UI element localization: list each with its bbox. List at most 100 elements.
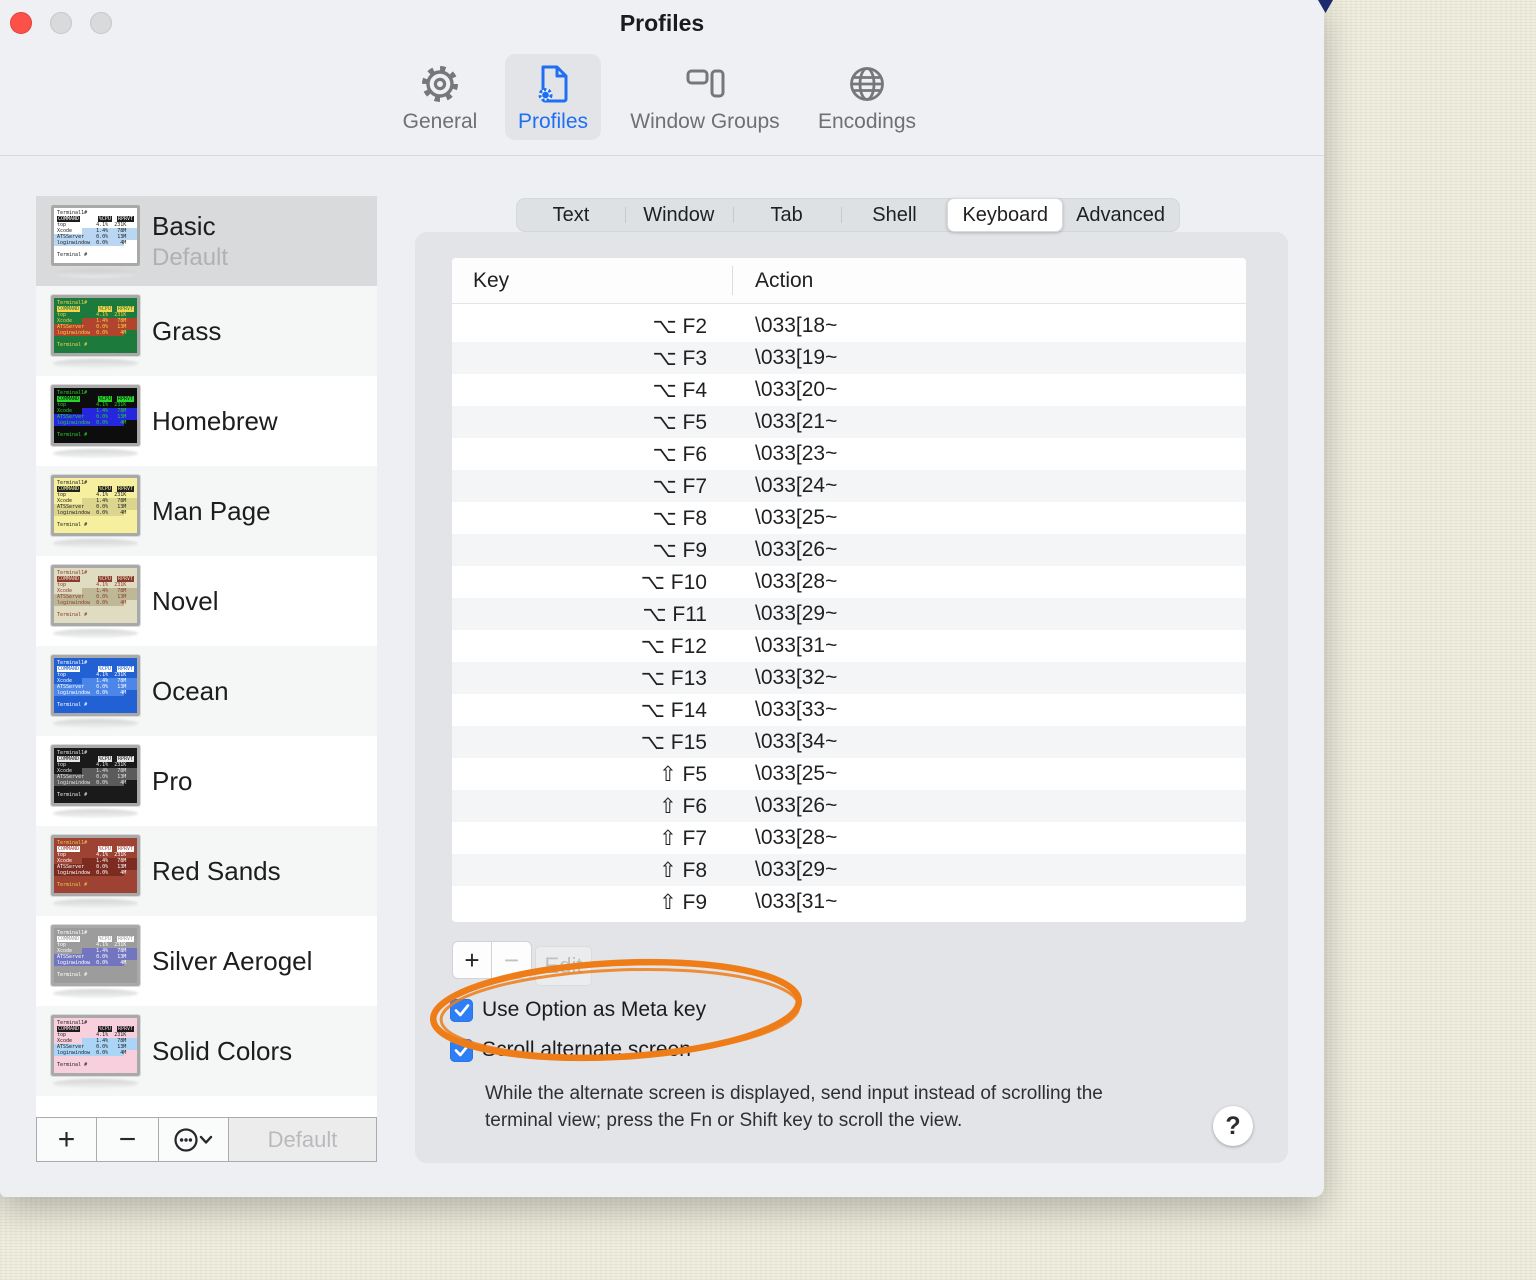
profile-name: Pro — [152, 765, 193, 796]
table-row[interactable]: ⌥ F7 \033[24~ — [452, 470, 1246, 502]
key-cell: ⇧ F6 — [659, 794, 707, 818]
table-row[interactable]: ⌥ F13 \033[32~ — [452, 662, 1246, 694]
checkbox-label[interactable]: Use Option as Meta key — [482, 998, 706, 1022]
scroll-alternate-screen-checkbox[interactable] — [450, 1038, 473, 1062]
tab[interactable]: Keyboard — [947, 198, 1064, 232]
profile-list-item[interactable]: Terminal1# COMMAND %CPU RPRVT top 4.1% 2… — [36, 196, 377, 286]
table-row[interactable]: ⌥ F9 \033[26~ — [452, 534, 1246, 566]
terminal-preview: Terminal1# COMMAND %CPU RPRVT top 4.1% 2… — [50, 833, 141, 897]
toolbar-label: General — [402, 110, 478, 133]
table-row[interactable]: ⌥ F8 \033[25~ — [452, 502, 1246, 534]
profile-name: Ocean — [152, 675, 229, 706]
profile-list-item[interactable]: Terminal1# COMMAND %CPU RPRVT top 4.1% 2… — [36, 646, 377, 736]
tab[interactable]: Text — [517, 199, 625, 231]
action-cell: \033[34~ — [755, 730, 838, 753]
tab-bar: Text Window Tab Shell Keyboard Advanced — [516, 198, 1180, 232]
toolbar-item-profiles[interactable]: Profiles — [505, 54, 601, 140]
toolbar-item-window-groups[interactable]: Window Groups — [615, 54, 795, 140]
table-row[interactable]: ⇧ F8 \033[29~ — [452, 854, 1246, 886]
key-cell: ⌥ F4 — [652, 378, 707, 402]
remove-profile-button[interactable]: − — [97, 1118, 159, 1161]
profile-thumbnail: Terminal1# COMMAND %CPU RPRVT top 4.1% 2… — [50, 1013, 141, 1088]
table-row[interactable]: ⌥ F4 \033[20~ — [452, 374, 1246, 406]
tab[interactable]: Window — [624, 199, 733, 231]
table-row[interactable]: ⌥ F15 \033[34~ — [452, 726, 1246, 758]
action-cell: \033[31~ — [755, 634, 838, 657]
tab[interactable]: Shell — [840, 199, 949, 231]
key-cell: ⌥ F8 — [652, 506, 707, 530]
profile-list-item[interactable]: Terminal1# COMMAND %CPU RPRVT top 4.1% 2… — [36, 286, 377, 376]
remove-key-button[interactable]: − — [492, 941, 532, 979]
action-cell: \033[28~ — [755, 826, 838, 849]
tab-label: Window — [643, 203, 715, 226]
profile-thumbnail: Terminal1# COMMAND %CPU RPRVT top 4.1% 2… — [50, 923, 141, 998]
checkbox-label[interactable]: Scroll alternate screen — [482, 1038, 691, 1062]
column-divider[interactable] — [732, 266, 733, 295]
add-profile-button[interactable]: + — [37, 1118, 97, 1161]
key-cell: ⌥ F12 — [640, 634, 707, 658]
terminal-preview: Terminal1# COMMAND %CPU RPRVT top 4.1% 2… — [50, 653, 141, 717]
profile-list-item[interactable]: Terminal1# COMMAND %CPU RPRVT top 4.1% 2… — [36, 1006, 377, 1096]
thumbnail-reflection — [53, 538, 138, 548]
profile-list: Terminal1# COMMAND %CPU RPRVT top 4.1% 2… — [36, 196, 377, 1117]
column-header-key[interactable]: Key — [452, 269, 509, 293]
profile-name: Solid Colors — [152, 1035, 293, 1066]
gear-icon — [418, 60, 462, 108]
action-cell: \033[24~ — [755, 474, 838, 497]
toolbar-item-encodings[interactable]: Encodings — [808, 54, 926, 140]
use-option-as-meta-checkbox[interactable] — [450, 998, 473, 1022]
thumb-row: loginwindow 0.0% 4M — [57, 779, 127, 786]
thumb-prompt-line: Terminal # — [57, 971, 88, 978]
description-line: While the alternate screen is displayed,… — [485, 1083, 1103, 1104]
profile-list-item[interactable]: Terminal1# COMMAND %CPU RPRVT top 4.1% 2… — [36, 916, 377, 1006]
profile-list-item[interactable]: Terminal1# COMMAND %CPU RPRVT top 4.1% 2… — [36, 736, 377, 826]
action-cell: \033[25~ — [755, 762, 838, 785]
profile-actions-menu-button[interactable] — [159, 1118, 229, 1161]
thumbnail-reflection — [53, 628, 138, 638]
thumbnail-reflection — [53, 898, 138, 908]
option-meta-checkbox-row: Use Option as Meta key — [450, 998, 706, 1022]
globe-icon — [845, 60, 889, 108]
table-header: Key Action — [452, 258, 1246, 304]
toolbar-item-general[interactable]: General — [388, 54, 492, 140]
action-cell: \033[28~ — [755, 570, 838, 593]
profile-list-item[interactable]: Terminal1# COMMAND %CPU RPRVT top 4.1% 2… — [36, 556, 377, 646]
key-cell: ⌥ F5 — [652, 410, 707, 434]
tab[interactable]: Advanced — [1062, 199, 1179, 231]
profile-thumbnail: Terminal1# COMMAND %CPU RPRVT top 4.1% 2… — [50, 473, 141, 548]
table-row[interactable]: ⌥ F10 \033[28~ — [452, 566, 1246, 598]
profile-list-item[interactable]: Terminal1# COMMAND %CPU RPRVT top 4.1% 2… — [36, 466, 377, 556]
table-row[interactable]: ⌥ F2 \033[18~ — [452, 310, 1246, 342]
terminal-preview: Terminal1# COMMAND %CPU RPRVT top 4.1% 2… — [50, 473, 141, 537]
tab-label: Tab — [770, 203, 803, 226]
profile-meta: Ocean — [152, 676, 229, 707]
set-default-button[interactable]: Default — [229, 1118, 376, 1161]
profile-list-item[interactable]: Terminal1# COMMAND %CPU RPRVT top 4.1% 2… — [36, 376, 377, 466]
table-row[interactable]: ⇧ F7 \033[28~ — [452, 822, 1246, 854]
table-row[interactable]: ⌥ F5 \033[21~ — [452, 406, 1246, 438]
thumb-row: loginwindow 0.0% 4M — [57, 689, 127, 696]
tab[interactable]: Tab — [732, 199, 841, 231]
tab-label: Keyboard — [962, 203, 1049, 226]
help-button[interactable]: ? — [1213, 1106, 1253, 1146]
table-row[interactable]: ⌥ F14 \033[33~ — [452, 694, 1246, 726]
scroll-alternate-checkbox-row: Scroll alternate screen — [450, 1038, 691, 1062]
description-line: terminal view; press the Fn or Shift key… — [485, 1110, 963, 1131]
scroll-alternate-description: While the alternate screen is displayed,… — [485, 1080, 1103, 1134]
add-key-button[interactable]: + — [452, 941, 492, 979]
profile-thumbnail: Terminal1# COMMAND %CPU RPRVT top 4.1% 2… — [50, 293, 141, 368]
table-row[interactable]: ⇧ F5 \033[25~ — [452, 758, 1246, 790]
profile-thumbnail: Terminal1# COMMAND %CPU RPRVT top 4.1% 2… — [50, 383, 141, 458]
table-row[interactable]: ⌥ F6 \033[23~ — [452, 438, 1246, 470]
table-row[interactable]: ⌥ F12 \033[31~ — [452, 630, 1246, 662]
tab-label: Shell — [872, 203, 917, 226]
column-header-action[interactable]: Action — [755, 269, 813, 293]
table-row[interactable]: ⌥ F11 \033[29~ — [452, 598, 1246, 630]
edit-key-button[interactable]: Edit — [535, 946, 592, 986]
table-row[interactable]: ⇧ F9 \033[31~ — [452, 886, 1246, 918]
profile-list-item[interactable]: Terminal1# COMMAND %CPU RPRVT top 4.1% 2… — [36, 826, 377, 916]
table-row[interactable]: ⌥ F3 \033[19~ — [452, 342, 1246, 374]
table-row[interactable]: ⇧ F6 \033[26~ — [452, 790, 1246, 822]
profile-meta: Grass — [152, 316, 221, 347]
key-cell: ⌥ F13 — [640, 666, 707, 690]
